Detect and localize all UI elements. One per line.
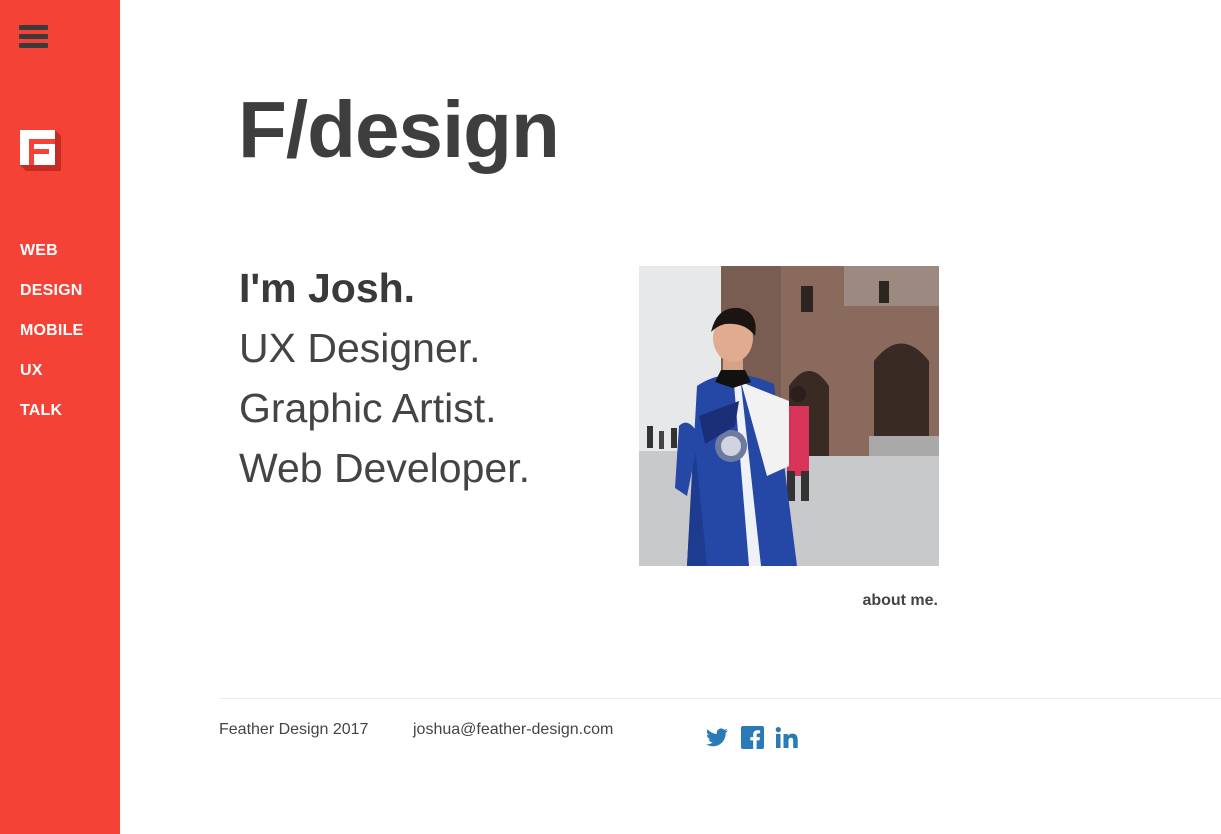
footer-copyright: Feather Design 2017	[219, 721, 369, 738]
footer-email-link[interactable]: joshua@feather-design.com	[413, 721, 613, 739]
hamburger-menu-icon[interactable]	[19, 23, 49, 49]
intro-block: I'm Josh. UX Designer. Graphic Artist. W…	[239, 258, 530, 498]
linkedin-icon[interactable]	[775, 726, 799, 750]
profile-photo	[639, 266, 939, 566]
site-title: F/design	[238, 85, 560, 174]
nav-item-web[interactable]: WEB	[20, 240, 58, 262]
intro-role-web: Web Developer.	[239, 445, 530, 491]
sidebar: WEB DESIGN MOBILE UX TALK	[0, 0, 120, 834]
about-me-link[interactable]: about me.	[862, 592, 938, 610]
feather-design-logo-icon[interactable]	[20, 130, 61, 171]
footer-divider	[219, 698, 1221, 699]
nav-item-talk[interactable]: TALK	[20, 400, 62, 422]
intro-name: I'm Josh.	[239, 265, 416, 311]
intro-role-graphic: Graphic Artist.	[239, 385, 497, 431]
facebook-icon[interactable]	[741, 726, 765, 750]
nav-item-mobile[interactable]: MOBILE	[20, 320, 83, 342]
nav-item-ux[interactable]: UX	[20, 360, 43, 382]
twitter-icon[interactable]	[705, 726, 729, 750]
intro-role-ux: UX Designer.	[239, 325, 481, 371]
nav-item-design[interactable]: DESIGN	[20, 280, 83, 302]
main-nav: WEB DESIGN MOBILE UX TALK	[20, 240, 83, 440]
